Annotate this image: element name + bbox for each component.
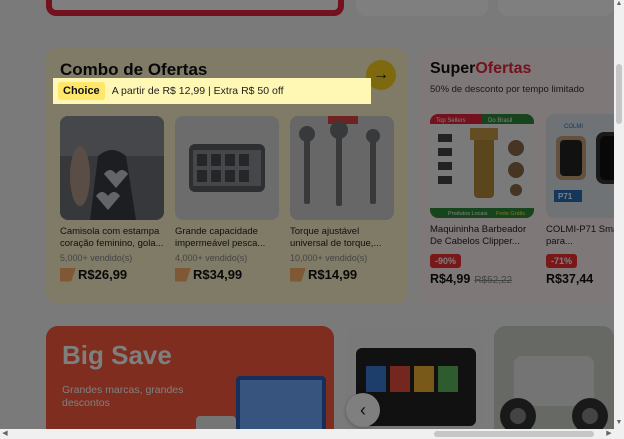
product-image[interactable]: COLMI P71 <box>546 114 616 218</box>
rc-car-image <box>494 326 614 439</box>
super-ofertas-title[interactable]: SuperOfertas <box>430 60 531 78</box>
scroll-up-icon[interactable]: ▲ <box>614 0 624 10</box>
big-save-title: Big Save <box>62 340 172 370</box>
choice-banner[interactable]: Choice A partir de R$ 12,99 | Extra R$ 5… <box>53 78 371 104</box>
big-save-banner[interactable]: Big Save Grandes marcas, grandes descont… <box>46 326 334 439</box>
product-sold-count: 4,000+ vendido(s) <box>175 253 248 263</box>
product-name[interactable]: COLMI-P71 Smartwatch para... <box>546 224 616 248</box>
tag-produtos-locais: Produtos Locais <box>448 211 488 217</box>
price-tag-icon <box>290 267 306 282</box>
price-value: R$26,99 <box>78 267 128 282</box>
super-product-1[interactable]: Top Sellers Do Brasil Produtos Locais Fr… <box>430 114 534 286</box>
product-price: R$34,99 <box>175 267 283 282</box>
combo-product-2[interactable]: Grande capacidade impermeável pesca... 4… <box>175 116 283 282</box>
product-price: R$14,99 <box>290 267 398 282</box>
top-banner-card[interactable] <box>46 0 344 16</box>
choice-offer-text: A partir de R$ 12,99 | Extra R$ 50 off <box>111 85 284 97</box>
old-price: R$52,22 <box>474 275 513 286</box>
tag-frete-gratis: Frete Grátis <box>496 211 525 217</box>
price-value: R$37,44 <box>546 272 594 286</box>
product-name[interactable]: Maquininha Barbeador De Cabelos Clipper.… <box>430 224 534 248</box>
product-name[interactable]: Grande capacidade impermeável pesca... <box>175 226 279 250</box>
product-name[interactable]: Camisola com estampa coração feminino, g… <box>60 226 164 250</box>
super-product-2[interactable]: COLMI P71 COLMI-P71 Smartwatch para... -… <box>546 114 616 286</box>
scroll-left-icon[interactable]: ◀ <box>0 429 10 439</box>
scroll-down-icon[interactable]: ▼ <box>614 419 624 429</box>
discount-badge: -90% <box>430 254 462 268</box>
discount-badge: -71% <box>546 254 578 268</box>
super-title-part1: Super <box>430 60 476 77</box>
combo-title: Combo de Ofertas <box>60 60 208 79</box>
brand-colmi: COLMI <box>564 124 583 130</box>
product-sold-count: 5,000+ vendido(s) <box>60 253 133 263</box>
price-tag-icon <box>175 267 191 282</box>
product-name[interactable]: Torque ajustável universal de torque,... <box>290 226 394 250</box>
tag-top-sellers: Top Sellers <box>436 118 466 124</box>
product-price: R$4,99 R$52,22 <box>430 272 534 286</box>
scrollbar-thumb[interactable] <box>434 431 594 437</box>
super-ofertas-section: SuperOfertas 50% de desconto por tempo l… <box>420 48 616 304</box>
product-price: R$26,99 <box>60 267 168 282</box>
chevron-left-icon[interactable]: ‹ <box>346 393 380 427</box>
product-image[interactable] <box>290 116 394 220</box>
product-image[interactable] <box>60 116 164 220</box>
combo-product-3[interactable]: Torque ajustável universal de torque,...… <box>290 116 398 282</box>
product-card-rc-car[interactable] <box>494 326 614 439</box>
top-card-right[interactable] <box>498 0 614 16</box>
price-value: R$4,99 <box>430 272 471 286</box>
product-sold-count: 10,000+ vendido(s) <box>290 253 368 263</box>
price-tag-icon <box>60 267 76 282</box>
vertical-scrollbar[interactable]: ▲ ▼ <box>614 0 624 429</box>
product-image[interactable]: Top Sellers Do Brasil Produtos Locais Fr… <box>430 114 534 218</box>
choice-badge: Choice <box>58 82 105 100</box>
super-ofertas-subtitle: 50% de desconto por tempo limitado <box>430 84 585 95</box>
combo-product-1[interactable]: Camisola com estampa coração feminino, g… <box>60 116 168 282</box>
super-title-part2: Ofertas <box>475 60 532 77</box>
scroll-right-icon[interactable]: ▶ <box>604 429 614 439</box>
big-save-subtitle: Grandes marcas, grandes descontos <box>62 384 184 409</box>
price-value: R$34,99 <box>193 267 243 282</box>
product-price: R$37,44 <box>546 272 616 286</box>
price-value: R$14,99 <box>308 267 358 282</box>
model-p71: P71 <box>558 192 573 201</box>
horizontal-scrollbar[interactable]: ◀ ▶ <box>0 429 624 439</box>
product-image[interactable] <box>175 116 279 220</box>
scrollbar-thumb[interactable] <box>616 64 622 124</box>
top-card-middle[interactable] <box>356 0 488 16</box>
tag-do-brasil: Do Brasil <box>488 118 512 124</box>
